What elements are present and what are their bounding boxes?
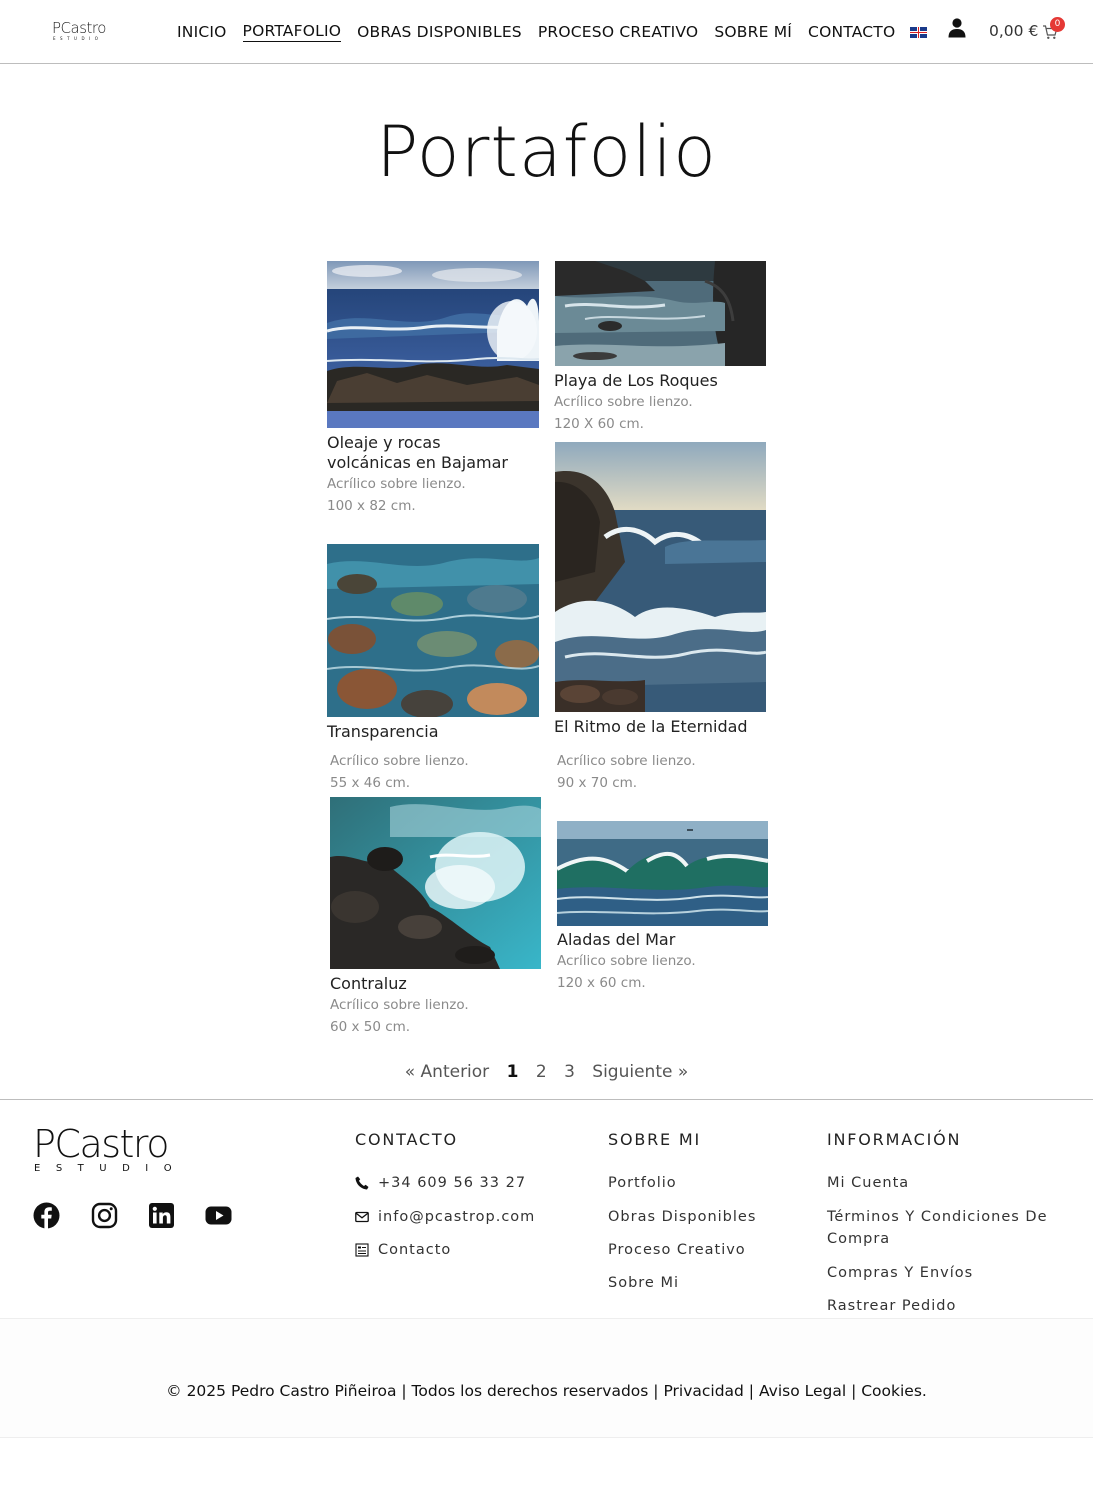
footer-link-terminos-line2[interactable]: Compra [827, 1228, 890, 1250]
footer-link-compras-envios[interactable]: Compras Y Envíos [827, 1262, 973, 1284]
logo-subtext: ESTUDIO [53, 36, 103, 41]
footer-contact-link[interactable]: Contacto [378, 1239, 451, 1261]
artwork-title[interactable]: Oleaje y rocas [327, 433, 441, 453]
artwork-title[interactable]: Transparencia [327, 722, 439, 742]
artwork-medium: Acrílico sobre lienzo. [330, 753, 469, 769]
artwork-image-playa-roques[interactable] [555, 261, 766, 366]
pagination-page-3[interactable]: 3 [564, 1062, 575, 1082]
pagination-page-current: 1 [506, 1062, 519, 1082]
footer-about-heading: SOBRE MI [608, 1130, 701, 1149]
pagination: « Anterior 1 2 3 Siguiente » [0, 1060, 1093, 1084]
pagination-next[interactable]: Siguiente » [592, 1062, 688, 1082]
footer-bottom-band [0, 1318, 1093, 1438]
nav-inicio[interactable]: INICIO [177, 22, 227, 42]
artwork-medium: Acrílico sobre lienzo. [557, 953, 696, 969]
footer-link-sobre-mi[interactable]: Sobre Mi [608, 1272, 679, 1294]
footer-email[interactable]: info@pcastrop.com [378, 1206, 535, 1228]
wave-painting-image [327, 261, 539, 428]
instagram-icon[interactable] [91, 1202, 118, 1229]
nav-proceso-creativo[interactable]: PROCESO CREATIVO [538, 22, 698, 42]
nav-contacto[interactable]: CONTACTO [808, 22, 895, 42]
artwork-image-contraluz[interactable] [330, 797, 541, 969]
uk-flag-icon[interactable] [910, 27, 927, 38]
artwork-image-aladas-mar[interactable] [557, 821, 768, 926]
footer-logo[interactable]: PCastro ESTUDIO [33, 1124, 173, 1176]
site-header: PCastro ESTUDIO INICIO PORTAFOLIO OBRAS … [0, 0, 1093, 64]
page-title: Portafolio [376, 111, 717, 193]
footer-link-proceso-creativo[interactable]: Proceso Creativo [608, 1239, 746, 1261]
footer-divider [0, 1099, 1093, 1100]
footer-link-obras-disponibles[interactable]: Obras Disponibles [608, 1206, 756, 1228]
artwork-title-line2[interactable]: volcánicas en Bajamar [327, 453, 508, 473]
contact-form-icon [355, 1243, 369, 1257]
phone-icon [355, 1176, 369, 1190]
cart-count-badge: 0 [1050, 17, 1065, 32]
youtube-icon[interactable] [205, 1202, 232, 1229]
footer-link-rastrear-pedido[interactable]: Rastrear Pedido [827, 1295, 956, 1317]
artwork-size: 100 x 82 cm. [327, 498, 416, 514]
pagination-prev[interactable]: « Anterior [405, 1062, 489, 1082]
artwork-size: 120 X 60 cm. [554, 416, 644, 432]
artwork-title[interactable]: Contraluz [330, 974, 407, 994]
logo-text: PCastro [52, 19, 106, 37]
artwork-size: 90 x 70 cm. [557, 775, 638, 791]
pagination-page-2[interactable]: 2 [536, 1062, 547, 1082]
facebook-icon[interactable] [33, 1202, 60, 1229]
artwork-size: 120 x 60 cm. [557, 975, 646, 991]
footer-copyright: © 2025 Pedro Castro Piñeiroa | Todos los… [166, 1382, 927, 1400]
artwork-size: 60 x 50 cm. [330, 1019, 411, 1035]
footer-link-terminos[interactable]: Términos Y Condiciones De [827, 1206, 1048, 1228]
stones-water-painting-image [327, 544, 539, 717]
user-account-icon[interactable] [948, 18, 966, 38]
nav-portafolio[interactable]: PORTAFOLIO [242, 21, 342, 42]
artwork-medium: Acrílico sobre lienzo. [327, 476, 466, 492]
footer-phone[interactable]: +34 609 56 33 27 [378, 1172, 526, 1194]
artwork-image-ritmo-eternidad[interactable] [555, 442, 766, 712]
footer-contact-heading: CONTACTO [355, 1130, 458, 1149]
site-logo[interactable]: PCastro ESTUDIO [52, 20, 116, 44]
nav-sobre-mi[interactable]: SOBRE MÍ [714, 22, 792, 42]
artwork-title[interactable]: El Ritmo de la Eternidad [554, 717, 748, 737]
email-icon [355, 1211, 369, 1223]
footer-logo-subtext: ESTUDIO [34, 1163, 188, 1174]
crashing-waves-painting-image [555, 442, 766, 712]
footer-link-portfolio[interactable]: Portfolio [608, 1172, 677, 1194]
artwork-medium: Acrílico sobre lienzo. [557, 753, 696, 769]
footer-info-heading: INFORMACIÓN [827, 1130, 962, 1149]
footer-link-mi-cuenta[interactable]: Mi Cuenta [827, 1172, 909, 1194]
artwork-image-transparencia[interactable] [327, 544, 539, 717]
linkedin-icon[interactable] [148, 1202, 175, 1229]
artwork-size: 55 x 46 cm. [330, 775, 411, 791]
artwork-medium: Acrílico sobre lienzo. [330, 997, 469, 1013]
artwork-medium: Acrílico sobre lienzo. [554, 394, 693, 410]
artwork-title[interactable]: Aladas del Mar [557, 930, 675, 950]
nav-obras-disponibles[interactable]: OBRAS DISPONIBLES [357, 22, 522, 42]
cliffs-painting-image [555, 261, 766, 366]
cart-total[interactable]: 0,00 € [989, 22, 1038, 40]
artwork-image-oleaje[interactable] [327, 261, 539, 428]
main-nav: INICIO PORTAFOLIO OBRAS DISPONIBLES PROC… [177, 21, 911, 42]
green-wave-painting-image [557, 821, 768, 926]
footer-logo-text: PCastro [33, 1122, 169, 1166]
backlit-wave-painting-image [330, 797, 541, 969]
artwork-title[interactable]: Playa de Los Roques [554, 371, 718, 391]
